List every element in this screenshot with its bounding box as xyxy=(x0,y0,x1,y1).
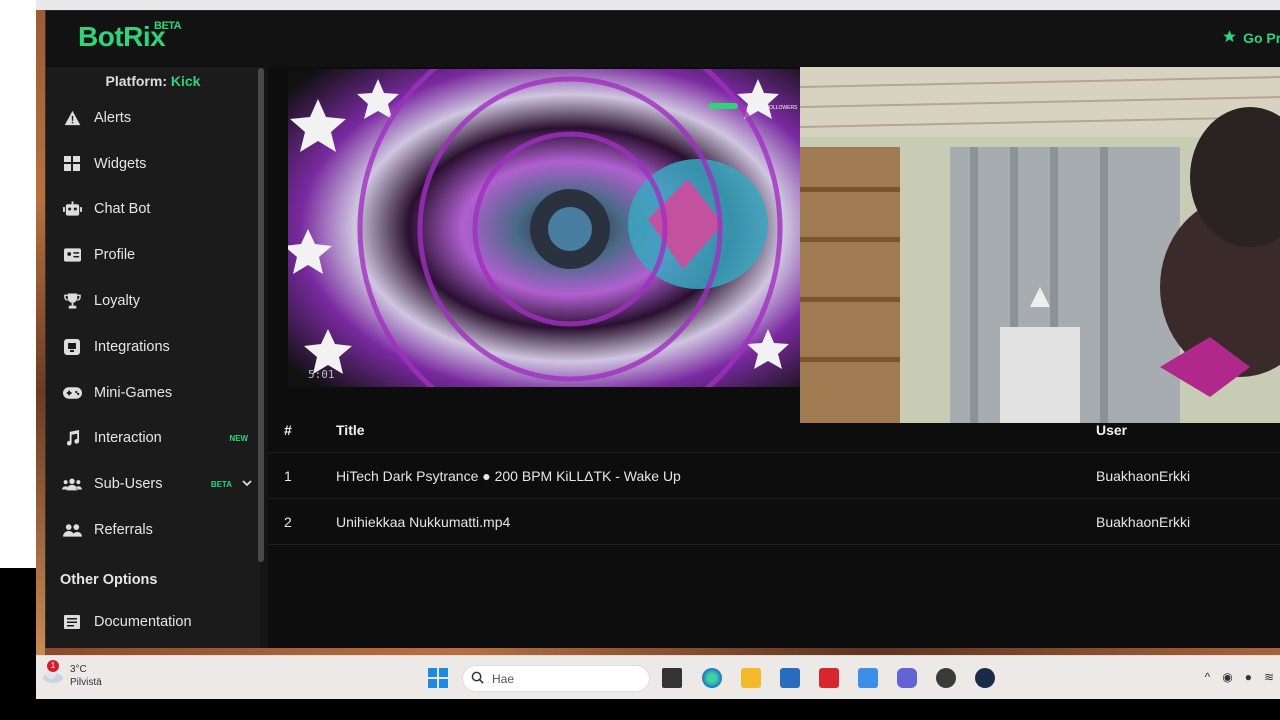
row-title: Unihiekkaa Nukkumatti.mp4 xyxy=(336,513,511,530)
sidebar-item-label: Loyalty xyxy=(94,293,140,310)
id-card-icon xyxy=(62,245,82,265)
steam-icon[interactable] xyxy=(975,668,995,688)
sidebar-item-label: Integrations xyxy=(94,338,170,355)
desktop-wallpaper-strip xyxy=(45,648,1280,655)
header-number: # xyxy=(284,421,292,438)
network-icon[interactable]: ◉ xyxy=(1222,670,1232,684)
go-premium-label: Go Pre xyxy=(1243,30,1280,46)
row-number: 2 xyxy=(284,513,292,530)
store-icon[interactable] xyxy=(780,668,800,688)
table-row[interactable]: 2 Unihiekkaa Nukkumatti.mp4 BuakhaonErkk… xyxy=(268,499,1280,545)
other-options-heading: Other Options xyxy=(60,571,158,588)
task-view-icon[interactable] xyxy=(662,668,682,688)
sidebar-item-alerts[interactable]: Alerts xyxy=(46,95,260,141)
webcam-overlay xyxy=(800,67,1280,423)
sidebar-item-label: Mini-Games xyxy=(94,384,173,401)
sidebar-item-profile[interactable]: Profile xyxy=(46,232,260,278)
platform-label: Platform: xyxy=(105,73,167,89)
row-title: HiTech Dark Psytrance ● 200 BPM KiLLΔTK … xyxy=(336,467,681,484)
weather-description: Pilvistä xyxy=(70,677,102,688)
top-bar: BotRix BETA Go Pre xyxy=(46,11,1280,67)
table-row[interactable]: 1 HiTech Dark Psytrance ● 200 BPM KiLLΔT… xyxy=(268,453,1280,499)
followers-overlay: FOLLOWERS xyxy=(766,105,798,111)
search-icon xyxy=(471,671,484,687)
sidebar-scrollbar[interactable] xyxy=(258,68,264,562)
sidebar-item-label: Interaction xyxy=(94,430,162,447)
row-number: 1 xyxy=(284,467,292,484)
sidebar-item-chat-bot[interactable]: Chat Bot xyxy=(46,187,260,233)
sidebar-item-sub-users[interactable]: Sub-Users BETA xyxy=(46,461,260,507)
outlook-icon[interactable] xyxy=(858,668,878,688)
go-premium-button[interactable]: Go Pre xyxy=(1222,29,1280,47)
sidebar-item-widgets[interactable]: Widgets xyxy=(46,141,260,187)
sidebar-item-label: Sub-Users xyxy=(94,476,163,493)
sidebar-item-interaction[interactable]: Interaction NEW xyxy=(46,416,260,462)
temperature: 3°C xyxy=(70,664,87,675)
gamepad-icon xyxy=(62,383,82,403)
table-header: # Title User xyxy=(268,407,1280,453)
browser-top-strip xyxy=(36,0,1280,10)
teams-icon[interactable] xyxy=(897,668,917,688)
warning-icon xyxy=(62,108,82,128)
app-l-icon[interactable] xyxy=(819,668,839,688)
grid-icon xyxy=(62,154,82,174)
platform-value: Kick xyxy=(170,73,201,89)
cloud-icon: 1 xyxy=(42,660,64,685)
microphone-icon[interactable]: ● xyxy=(1245,670,1252,684)
video-frame-image: FOLLOWERS xyxy=(288,69,800,387)
users-icon xyxy=(62,474,82,494)
obs-icon[interactable] xyxy=(936,668,956,688)
beta-badge: BETA xyxy=(210,479,232,489)
sidebar-item-loyalty[interactable]: Loyalty xyxy=(46,278,260,324)
sidebar-item-label: Widgets xyxy=(94,155,147,172)
sidebar-item-label: Profile xyxy=(94,247,136,264)
taskbar-search[interactable]: Hae xyxy=(462,665,650,692)
chevron-up-icon[interactable]: ^ xyxy=(1205,670,1211,684)
file-explorer-icon[interactable] xyxy=(741,668,761,688)
music-icon xyxy=(62,428,82,448)
edge-browser-icon[interactable] xyxy=(702,668,722,688)
row-user: BuakhaonErkki xyxy=(1096,467,1191,484)
wifi-icon[interactable]: ≋ xyxy=(1264,670,1274,684)
document-icon xyxy=(62,612,82,632)
new-badge: NEW xyxy=(229,433,248,443)
sidebar: Platform: Kick Alerts Widgets Chat Bot P… xyxy=(46,67,260,649)
logo[interactable]: BotRix BETA xyxy=(78,20,182,53)
system-tray: ^ ◉ ● ≋ xyxy=(1205,670,1274,684)
logo-text: BotRix xyxy=(78,21,166,52)
robot-icon xyxy=(62,199,82,219)
chevron-down-icon[interactable] xyxy=(242,479,252,490)
video-player[interactable]: FOLLOWERS 5:01 xyxy=(288,69,800,387)
sidebar-item-label: Chat Bot xyxy=(94,201,151,218)
header-title[interactable]: Title xyxy=(336,422,1096,438)
integration-icon xyxy=(62,337,82,357)
sidebar-item-mini-games[interactable]: Mini-Games xyxy=(46,370,260,416)
sidebar-item-integrations[interactable]: Integrations xyxy=(46,324,260,370)
people-icon xyxy=(62,520,82,540)
background-window-dark xyxy=(0,568,36,658)
star-icon xyxy=(1222,29,1237,47)
windows-start-icon[interactable] xyxy=(428,668,448,688)
taskbar: 1 3°C Pilvistä Hae ^ ◉ ● ≋ xyxy=(36,655,1280,699)
logo-beta-badge: BETA xyxy=(154,20,182,32)
header-user[interactable]: User xyxy=(1096,422,1280,438)
platform-indicator: Platform: Kick xyxy=(46,67,260,95)
screen-bottom xyxy=(0,699,1280,720)
background-window xyxy=(0,0,36,568)
trophy-icon xyxy=(62,291,82,311)
song-queue-table: # Title User 1 HiTech Dark Psytrance ● 2… xyxy=(268,407,1280,545)
search-placeholder: Hae xyxy=(492,671,515,686)
botrix-app: BotRix BETA Go Pre Platform: Kick Alerts… xyxy=(45,10,1280,649)
sidebar-item-label: Documentation xyxy=(94,613,192,630)
sidebar-item-label: Referrals xyxy=(94,522,153,539)
sidebar-item-referrals[interactable]: Referrals xyxy=(46,507,260,553)
weather-widget[interactable]: 1 3°C Pilvistä xyxy=(42,660,102,689)
video-timestamp: 5:01 xyxy=(308,368,335,381)
sidebar-item-label: Alerts xyxy=(94,109,132,126)
main-content: FOLLOWERS 5:01 # Title User 1 HiTech Dar… xyxy=(268,67,1280,649)
notification-badge: 1 xyxy=(47,660,59,672)
row-user: BuakhaonErkki xyxy=(1096,513,1191,530)
sidebar-item-documentation[interactable]: Documentation xyxy=(46,599,260,645)
